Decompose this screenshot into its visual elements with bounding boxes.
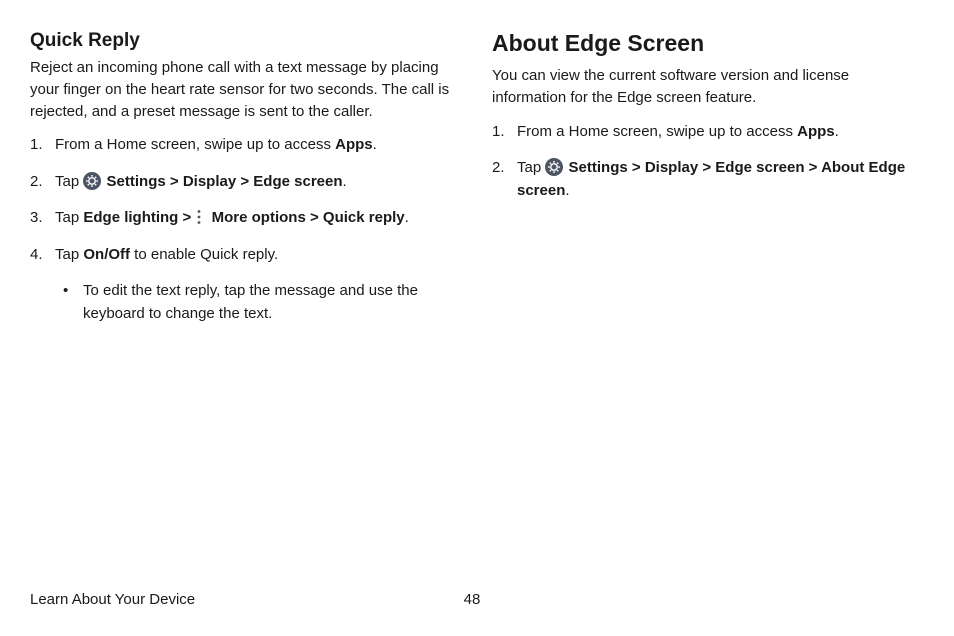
- bullet-item: To edit the text reply, tap the message …: [55, 280, 452, 325]
- sub-bullet-list: To edit the text reply, tap the message …: [55, 280, 452, 325]
- quick-reply-intro: Reject an incoming phone call with a tex…: [30, 57, 452, 122]
- quick-reply-label: Quick reply: [323, 209, 405, 226]
- page-footer: Learn About Your Device 48: [30, 591, 914, 608]
- chevron: >: [236, 173, 253, 190]
- step-text: .: [343, 173, 347, 190]
- step-4: Tap On/Off to enable Quick reply. To edi…: [30, 244, 452, 326]
- step-text: to enable Quick reply.: [130, 246, 278, 263]
- step-2: Tap Settings > Display > Edge screen > A…: [492, 157, 914, 202]
- more-options-label: More options: [212, 209, 306, 226]
- step-3: Tap Edge lighting > More options > Quick…: [30, 207, 452, 230]
- settings-icon: [545, 158, 563, 176]
- step-text: From a Home screen, swipe up to access: [517, 123, 797, 140]
- about-edge-steps: From a Home screen, swipe up to access A…: [492, 121, 914, 203]
- chevron: >: [166, 173, 183, 190]
- display-label: Display: [645, 159, 698, 176]
- edge-screen-label: Edge screen: [253, 173, 342, 190]
- edge-screen-label: Edge screen: [715, 159, 804, 176]
- display-label: Display: [183, 173, 236, 190]
- step-text: Tap: [55, 246, 83, 263]
- step-1: From a Home screen, swipe up to access A…: [492, 121, 914, 144]
- right-column: About Edge Screen You can view the curre…: [492, 30, 914, 339]
- step-2: Tap Settings > Display > Edge screen.: [30, 171, 452, 194]
- more-options-icon: [196, 209, 206, 225]
- left-column: Quick Reply Reject an incoming phone cal…: [30, 30, 452, 339]
- step-text: .: [835, 123, 839, 140]
- settings-label: Settings: [107, 173, 166, 190]
- about-edge-intro: You can view the current software versio…: [492, 65, 914, 109]
- chevron: >: [306, 209, 323, 226]
- settings-label: Settings: [569, 159, 628, 176]
- chevron: >: [698, 159, 715, 176]
- chevron: >: [805, 159, 822, 176]
- quick-reply-steps: From a Home screen, swipe up to access A…: [30, 134, 452, 325]
- chevron: >: [178, 209, 195, 226]
- quick-reply-heading: Quick Reply: [30, 30, 452, 52]
- step-text: .: [405, 209, 409, 226]
- edge-lighting-label: Edge lighting: [83, 209, 178, 226]
- on-off-label: On/Off: [83, 246, 130, 263]
- apps-label: Apps: [797, 123, 835, 140]
- step-text: Tap: [517, 159, 545, 176]
- footer-title: Learn About Your Device: [30, 591, 195, 608]
- about-edge-heading: About Edge Screen: [492, 30, 914, 57]
- step-text: Tap: [55, 209, 83, 226]
- apps-label: Apps: [335, 136, 373, 153]
- step-1: From a Home screen, swipe up to access A…: [30, 134, 452, 157]
- step-text: .: [373, 136, 377, 153]
- content-columns: Quick Reply Reject an incoming phone cal…: [30, 30, 914, 339]
- step-text: Tap: [55, 173, 83, 190]
- step-text: From a Home screen, swipe up to access: [55, 136, 335, 153]
- page-number: 48: [464, 591, 481, 608]
- settings-icon: [83, 172, 101, 190]
- step-text: .: [565, 182, 569, 199]
- chevron: >: [628, 159, 645, 176]
